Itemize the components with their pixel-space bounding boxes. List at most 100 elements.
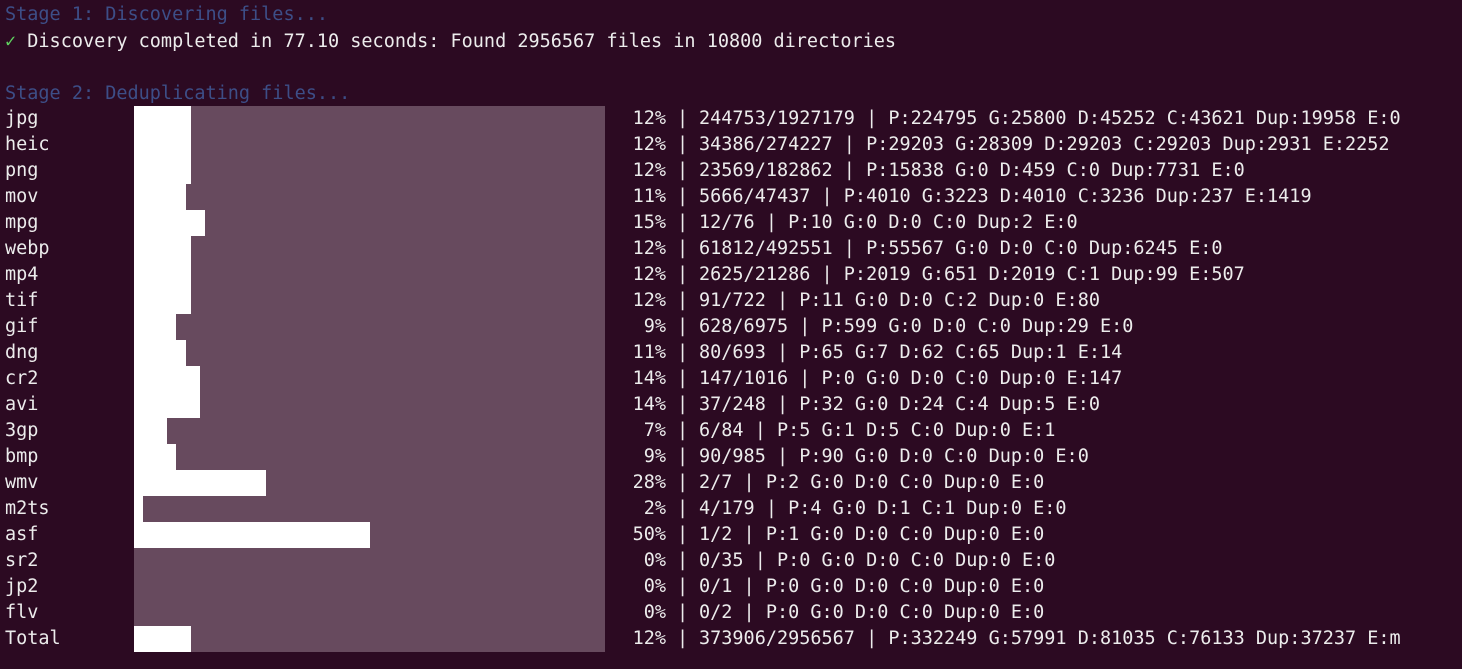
progress-stats: 5666/47437 | P:4010 G:3223 D:4010 C:3236…: [699, 186, 1312, 207]
file-extension-label: mov: [5, 186, 39, 207]
progress-row: sr2 0% | 0/35 | P:0 G:0 D:0 C:0 Dup:0 E:0: [0, 548, 1462, 574]
percent-value: 14%: [632, 368, 666, 389]
progress-bar-fill: [134, 522, 370, 548]
percent-value: 9%: [632, 446, 666, 467]
progress-row: avi 14% | 37/248 | P:32 G:0 D:24 C:4 Dup:5 …: [0, 392, 1462, 418]
column-separator: |: [677, 472, 689, 493]
checkmark-icon: ✓: [5, 31, 17, 52]
file-extension-label: 3gp: [5, 420, 39, 441]
progress-bar-fill: [134, 158, 191, 184]
progress-bar-fill: [134, 132, 191, 158]
progress-row: mp4 12% | 2625/21286 | P:2019 G:651 D:2019 …: [0, 262, 1462, 288]
progress-bar-fill: [134, 184, 186, 210]
progress-bar-fill: [134, 106, 191, 132]
progress-row: cr2 14% | 147/1016 | P:0 G:0 D:0 C:0 Dup:0 …: [0, 366, 1462, 392]
progress-stats: 628/6975 | P:599 G:0 D:0 C:0 Dup:29 E:0: [699, 316, 1134, 337]
column-separator: |: [677, 420, 689, 441]
file-extension-label: jp2: [5, 576, 39, 597]
progress-bar: [134, 366, 605, 392]
percent-value: 11%: [632, 186, 666, 207]
progress-row: dng 11% | 80/693 | P:65 G:7 D:62 C:65 Dup:1…: [0, 340, 1462, 366]
progress-bar: [134, 210, 605, 236]
file-extension-label: heic: [5, 134, 50, 155]
column-separator: |: [677, 576, 689, 597]
stage2-heading: Stage 2: Deduplicating files...: [5, 83, 351, 104]
progress-bar: [134, 392, 605, 418]
progress-bar: [134, 184, 605, 210]
progress-stats: 12/76 | P:10 G:0 D:0 C:0 Dup:2 E:0: [699, 212, 1078, 233]
percent-value: 15%: [632, 212, 666, 233]
progress-bar-fill: [134, 366, 200, 392]
progress-bar: [134, 106, 605, 132]
column-separator: |: [677, 446, 689, 467]
file-extension-label: m2ts: [5, 498, 50, 519]
column-separator: |: [677, 108, 689, 129]
file-extension-label: gif: [5, 316, 39, 337]
progress-bar-fill: [134, 288, 191, 314]
progress-stats: 373906/2956567 | P:332249 G:57991 D:8103…: [699, 628, 1401, 649]
column-separator: |: [677, 134, 689, 155]
percent-value: 2%: [632, 498, 666, 519]
column-separator: |: [677, 264, 689, 285]
column-separator: |: [677, 160, 689, 181]
terminal-window[interactable]: Stage 1: Discovering files... ✓ Discover…: [0, 0, 1462, 669]
progress-row: m2ts 2% | 4/179 | P:4 G:0 D:1 C:1 Dup:0 E:…: [0, 496, 1462, 522]
progress-stats: 91/722 | P:11 G:0 D:0 C:2 Dup:0 E:80: [699, 290, 1100, 311]
progress-row: flv 0% | 0/2 | P:0 G:0 D:0 C:0 Dup:0 E:0: [0, 600, 1462, 626]
column-separator: |: [677, 238, 689, 259]
progress-stats: 1/2 | P:1 G:0 D:0 C:0 Dup:0 E:0: [699, 524, 1045, 545]
progress-bar: [134, 288, 605, 314]
stage1-heading: Stage 1: Discovering files...: [5, 4, 329, 25]
progress-row: jp2 0% | 0/1 | P:0 G:0 D:0 C:0 Dup:0 E:0: [0, 574, 1462, 600]
progress-bar: [134, 340, 605, 366]
percent-value: 12%: [632, 160, 666, 181]
discovery-result-text: Discovery completed in 77.10 seconds: Fo…: [27, 31, 897, 52]
progress-stats: 37/248 | P:32 G:0 D:24 C:4 Dup:5 E:0: [699, 394, 1100, 415]
progress-bar: [134, 444, 605, 470]
progress-stats: 4/179 | P:4 G:0 D:1 C:1 Dup:0 E:0: [699, 498, 1067, 519]
column-separator: |: [677, 550, 689, 571]
progress-row: mov 11% | 5666/47437 | P:4010 G:3223 D:4010…: [0, 184, 1462, 210]
progress-bar: [134, 470, 605, 496]
progress-stats: 244753/1927179 | P:224795 G:25800 D:4525…: [699, 108, 1401, 129]
progress-row: heic 12% | 34386/274227 | P:29203 G:28309 D…: [0, 132, 1462, 158]
progress-stats: 23569/182862 | P:15838 G:0 D:459 C:0 Dup…: [699, 160, 1245, 181]
progress-row: mpg 15% | 12/76 | P:10 G:0 D:0 C:0 Dup:2 E:…: [0, 210, 1462, 236]
progress-row: webp 12% | 61812/492551 | P:55567 G:0 D:0 C…: [0, 236, 1462, 262]
progress-row: 3gp 7% | 6/84 | P:5 G:1 D:5 C:0 Dup:0 E:1: [0, 418, 1462, 444]
file-extension-label: mp4: [5, 264, 39, 285]
percent-value: 0%: [632, 576, 666, 597]
percent-value: 11%: [632, 342, 666, 363]
progress-row: wmv 28% | 2/7 | P:2 G:0 D:0 C:0 Dup:0 E:0: [0, 470, 1462, 496]
file-extension-label: avi: [5, 394, 39, 415]
column-separator: |: [677, 498, 689, 519]
progress-bar-fill: [134, 470, 266, 496]
progress-bar-fill: [134, 444, 176, 470]
progress-bar-fill: [134, 340, 186, 366]
file-extension-label: asf: [5, 524, 39, 545]
percent-value: 14%: [632, 394, 666, 415]
file-extension-label: cr2: [5, 368, 39, 389]
progress-stats: 0/35 | P:0 G:0 D:0 C:0 Dup:0 E:0: [699, 550, 1056, 571]
progress-stats: 2625/21286 | P:2019 G:651 D:2019 C:1 Dup…: [699, 264, 1245, 285]
progress-bar: [134, 132, 605, 158]
progress-bar: [134, 496, 605, 522]
progress-bar: [134, 158, 605, 184]
file-extension-label: bmp: [5, 446, 39, 467]
progress-row: tif 12% | 91/722 | P:11 G:0 D:0 C:2 Dup:0 E…: [0, 288, 1462, 314]
progress-stats: 6/84 | P:5 G:1 D:5 C:0 Dup:0 E:1: [699, 420, 1056, 441]
percent-value: 7%: [632, 420, 666, 441]
column-separator: |: [677, 212, 689, 233]
progress-stats: 80/693 | P:65 G:7 D:62 C:65 Dup:1 E:14: [699, 342, 1123, 363]
progress-bar: [134, 600, 605, 626]
percent-value: 12%: [632, 628, 666, 649]
progress-bar: [134, 574, 605, 600]
discovery-result-line: ✓ Discovery completed in 77.10 seconds: …: [5, 29, 896, 55]
file-extension-label: jpg: [5, 108, 39, 129]
percent-value: 0%: [632, 550, 666, 571]
progress-bar-fill: [134, 236, 191, 262]
file-extension-label: sr2: [5, 550, 39, 571]
progress-row: gif 9% | 628/6975 | P:599 G:0 D:0 C:0 Dup:…: [0, 314, 1462, 340]
progress-row: asf 50% | 1/2 | P:1 G:0 D:0 C:0 Dup:0 E:0: [0, 522, 1462, 548]
progress-bar: [134, 262, 605, 288]
